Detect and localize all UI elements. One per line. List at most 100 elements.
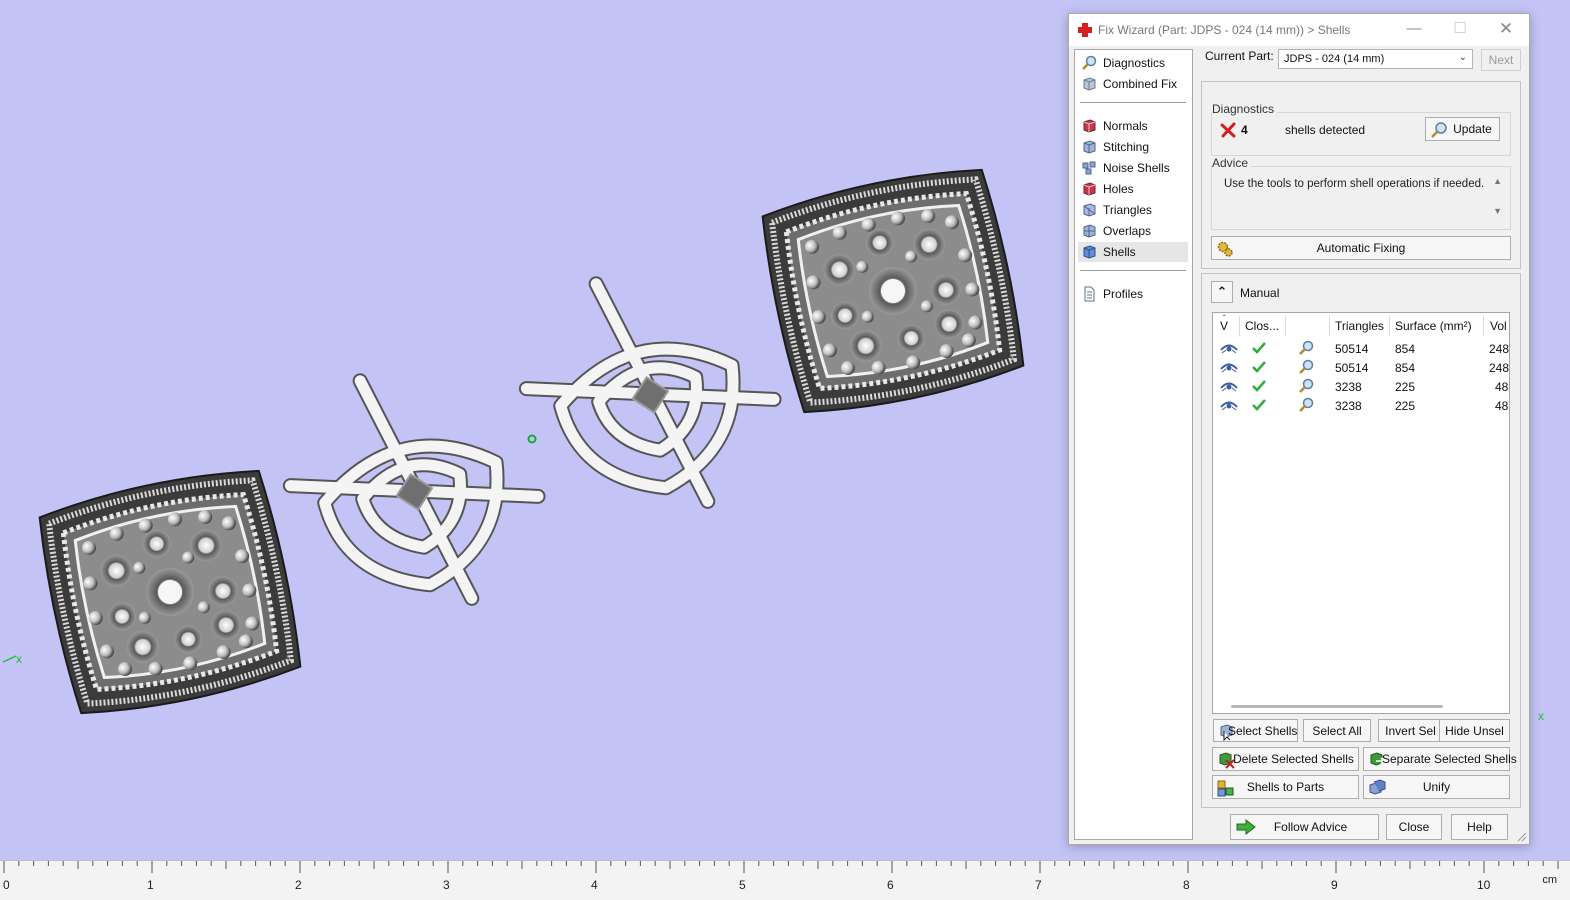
follow-advice-label: Follow Advice	[1273, 820, 1348, 834]
nav-item-label: Normals	[1103, 119, 1148, 133]
shells-to-parts-button[interactable]: Shells to Parts	[1212, 775, 1359, 799]
column-separator	[1239, 316, 1240, 336]
nav-item-profiles[interactable]: Profiles	[1078, 284, 1188, 304]
current-part-value: JDPS - 024 (14 mm)	[1284, 53, 1385, 65]
jewel-shell-1[interactable]	[33, 461, 307, 723]
close-window-button[interactable]: ✕	[1483, 14, 1529, 46]
minimize-button[interactable]: —	[1391, 14, 1437, 46]
table-row[interactable]: 3238 225 48	[1213, 396, 1509, 415]
next-button[interactable]: Next	[1481, 49, 1521, 71]
chevron-up-icon: ⌃	[1216, 284, 1228, 299]
collapse-manual-button[interactable]: ⌃	[1211, 281, 1233, 303]
fix-wizard-dialog: Fix Wizard (Part: JDPS - 024 (14 mm)) > …	[1068, 13, 1530, 845]
nav-item-label: Overlaps	[1103, 224, 1152, 238]
dialog-title: Fix Wizard (Part: JDPS - 024 (14 mm)) > …	[1098, 23, 1351, 37]
scroll-up-icon[interactable]: ▲	[1493, 176, 1502, 186]
jewel-shell-2[interactable]	[756, 160, 1030, 422]
error-x-icon	[1220, 122, 1236, 138]
zoom-to-shell-icon[interactable]	[1297, 378, 1315, 394]
invert-selection-button[interactable]: Invert Sel	[1378, 719, 1443, 742]
nav-item-label: Diagnostics	[1103, 56, 1166, 70]
help-label: Help	[1467, 820, 1492, 834]
wizard-nav: Diagnostics Combined Fix Normals Stitchi…	[1074, 49, 1193, 840]
axis-x-label-right: x	[1538, 709, 1544, 723]
stitching-icon	[1083, 140, 1096, 154]
title-bar[interactable]: Fix Wizard (Part: JDPS - 024 (14 mm)) > …	[1069, 14, 1529, 46]
close-button[interactable]: Close	[1386, 814, 1442, 840]
nav-item-triangles[interactable]: Triangles	[1078, 200, 1188, 220]
overlaps-icon	[1083, 224, 1096, 238]
delete-selected-label: Delete Selected Shells	[1233, 752, 1354, 766]
nav-item-diagnostics[interactable]: Diagnostics	[1078, 53, 1188, 73]
nav-item-overlaps[interactable]: Overlaps	[1078, 221, 1188, 241]
nav-item-combined-fix[interactable]: Combined Fix	[1078, 74, 1188, 94]
nav-item-label: Profiles	[1103, 287, 1144, 301]
volume-cell: 248	[1489, 342, 1510, 356]
nav-item-shells[interactable]: Shells	[1078, 242, 1188, 262]
nav-item-stitching[interactable]: Stitching	[1078, 137, 1188, 157]
select-all-button[interactable]: Select All	[1303, 719, 1371, 742]
scroll-down-icon[interactable]: ▼	[1493, 206, 1502, 216]
nav-item-label: Shells	[1103, 245, 1136, 259]
separate-selected-label: Separate Selected Shells	[1382, 752, 1517, 766]
ruler-label-7: 7	[1035, 878, 1042, 892]
column-separator	[1389, 316, 1390, 336]
table-row[interactable]: 50514 854 248	[1213, 358, 1509, 377]
zoom-to-shell-icon[interactable]	[1297, 359, 1315, 375]
resize-grip-icon[interactable]	[1517, 832, 1527, 842]
prong-shell-1[interactable]	[272, 350, 556, 631]
nav-item-normals[interactable]: Normals	[1078, 116, 1188, 136]
column-header-closed[interactable]: Clos...	[1245, 319, 1279, 333]
maximize-button[interactable]: ☐	[1437, 14, 1483, 46]
shell-count: 4	[1241, 123, 1248, 137]
nav-divider	[1080, 270, 1186, 271]
ruler-label-2: 2	[295, 878, 302, 892]
nav-item-label: Triangles	[1103, 203, 1152, 217]
update-button-label: Update	[1453, 122, 1492, 136]
current-part-dropdown[interactable]: JDPS - 024 (14 mm) ⌄	[1278, 49, 1473, 69]
diagnostics-panel: Diagnostics 4 shells detected Update Adv…	[1201, 81, 1521, 269]
prong-shell-2[interactable]	[508, 253, 792, 534]
sort-indicator-icon: ˆ	[1223, 314, 1226, 323]
eye-visible-icon[interactable]	[1219, 341, 1239, 355]
table-row[interactable]: 3238 225 48	[1213, 377, 1509, 396]
zoom-to-shell-icon[interactable]	[1297, 397, 1315, 413]
column-header-volume[interactable]: Vol	[1490, 319, 1507, 333]
surface-cell: 225	[1395, 380, 1416, 394]
nav-item-noise-shells[interactable]: Noise Shells	[1078, 158, 1188, 178]
delete-selected-shells-button[interactable]: Delete Selected Shells	[1212, 747, 1359, 771]
zoom-to-shell-icon[interactable]	[1297, 340, 1315, 356]
triangles-cell: 3238	[1335, 380, 1362, 394]
unify-button[interactable]: Unify	[1363, 775, 1510, 799]
automatic-fixing-button[interactable]: Automatic Fixing	[1211, 236, 1511, 260]
shells-grid[interactable]: V ˆ Clos... Triangles Surface (mm²) Vol …	[1212, 312, 1510, 714]
triangles-cell: 3238	[1335, 399, 1362, 413]
checkmark-icon	[1252, 342, 1266, 354]
separate-selected-shells-button[interactable]: Separate Selected Shells	[1363, 747, 1517, 771]
hide-unselected-button[interactable]: Hide Unsel	[1439, 719, 1510, 742]
chevron-down-icon: ⌄	[1458, 52, 1467, 63]
column-header-triangles[interactable]: Triangles	[1335, 319, 1384, 333]
advice-textbox[interactable]: Use the tools to perform shell operation…	[1214, 168, 1508, 226]
follow-advice-button[interactable]: Follow Advice	[1230, 814, 1379, 840]
column-header-surface[interactable]: Surface (mm²)	[1395, 319, 1472, 333]
eye-visible-icon[interactable]	[1219, 398, 1239, 412]
volume-cell: 48	[1495, 380, 1509, 394]
checkmark-icon	[1252, 361, 1266, 373]
nav-item-holes[interactable]: Holes	[1078, 179, 1188, 199]
eye-visible-icon[interactable]	[1219, 379, 1239, 393]
checkmark-icon	[1252, 399, 1266, 411]
eye-visible-icon[interactable]	[1219, 360, 1239, 374]
update-button[interactable]: Update	[1425, 117, 1500, 141]
ruler-label-4: 4	[591, 878, 598, 892]
select-shells-button[interactable]: Select Shells	[1213, 719, 1298, 742]
horizontal-scrollbar[interactable]	[1231, 705, 1443, 708]
column-separator	[1285, 316, 1286, 336]
nav-item-label: Holes	[1103, 182, 1134, 196]
ruler-label-3: 3	[443, 878, 450, 892]
table-row[interactable]: 50514 854 248	[1213, 339, 1510, 358]
column-separator	[1329, 316, 1330, 336]
help-button[interactable]: Help	[1451, 814, 1508, 840]
diagnostics-group-title: Diagnostics	[1212, 102, 1278, 116]
normals-icon	[1083, 119, 1096, 133]
